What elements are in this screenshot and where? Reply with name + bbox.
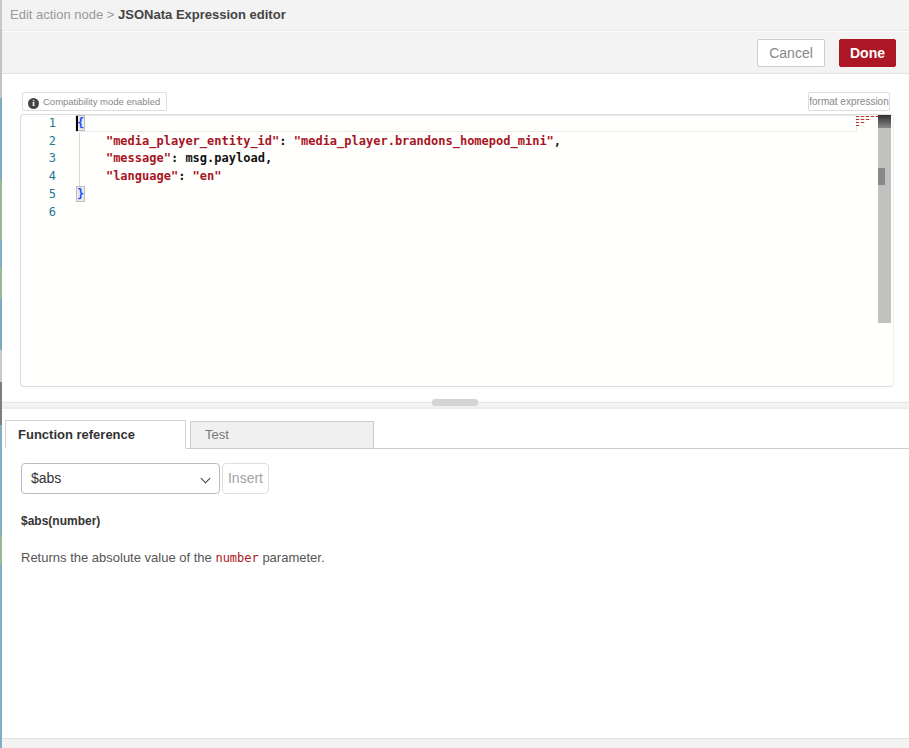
function-description: Returns the absolute value of the number… [21,550,325,565]
editor-scrollbar-thumb-secondary[interactable] [878,168,885,185]
format-expression-button[interactable]: format expression [808,92,890,111]
function-description-text: Returns the absolute value of the [21,550,215,565]
tab-test[interactable]: Test [190,421,374,448]
text-cursor [76,116,78,131]
workspace-edge-strip [0,0,2,748]
compatibility-mode-label: Compatibility mode enabled [43,96,160,107]
tabbar-bottom-border [186,448,909,449]
info-icon: i [28,98,39,109]
line-number-gutter: 123456 [21,115,56,221]
breadcrumb: Edit action node > JSONata Expression ed… [10,0,286,30]
cancel-button[interactable]: Cancel [757,39,825,67]
compatibility-mode-badge: i Compatibility mode enabled [22,92,167,111]
function-description-param: number [215,551,258,565]
breadcrumb-separator: > [107,7,115,22]
dialog-footer [0,738,909,748]
tab-function-reference[interactable]: Function reference [5,420,186,448]
done-button[interactable]: Done [839,39,896,67]
dialog-header: Edit action node > JSONata Expression ed… [0,0,909,31]
chevron-down-icon [201,474,211,484]
function-select-value: $abs [31,470,61,486]
function-select[interactable]: $abs [21,463,220,494]
expression-code-editor[interactable]: 123456 { "media_player_entity_id": "medi… [20,114,894,387]
editor-scrollbar-track[interactable] [878,115,891,323]
dialog-button-bar: Cancel Done [0,32,909,74]
minimap [856,116,878,128]
function-description-text-after: parameter. [259,550,325,565]
code-content[interactable]: { "media_player_entity_id": "media_playe… [77,115,561,221]
function-signature: $abs(number) [21,514,100,528]
page-title: JSONata Expression editor [118,7,286,22]
breadcrumb-parent[interactable]: Edit action node [10,7,103,22]
editor-scrollbar-thumb[interactable] [878,115,891,128]
panel-resize-grip[interactable] [432,399,478,406]
insert-button[interactable]: Insert [222,463,269,494]
